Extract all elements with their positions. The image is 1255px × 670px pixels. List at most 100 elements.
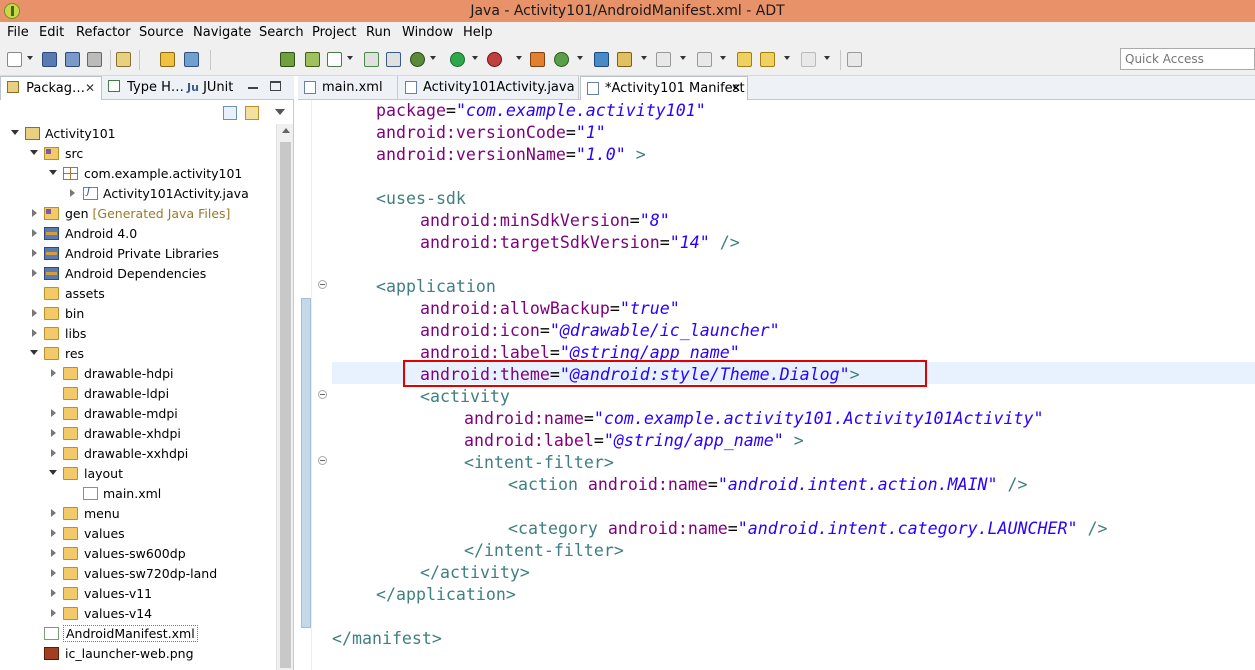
tree-item[interactable]: values-v11 <box>0 584 276 604</box>
open-type-icon[interactable] <box>116 52 131 67</box>
expand-toggle-icon[interactable] <box>30 328 40 338</box>
tree-item[interactable]: values-v14 <box>0 604 276 624</box>
new-java-package-icon[interactable] <box>530 52 545 67</box>
menu-run[interactable]: Run <box>366 25 391 40</box>
expand-toggle-icon[interactable] <box>49 448 59 458</box>
tree-item[interactable]: drawable-ldpi <box>0 384 276 404</box>
tree-item[interactable]: main.xml <box>0 484 276 504</box>
tree-item[interactable]: libs <box>0 324 276 344</box>
terminal-icon[interactable] <box>184 52 199 67</box>
fold-collapse-icon[interactable] <box>318 456 327 465</box>
chevron-down-icon[interactable] <box>680 56 686 60</box>
expand-toggle-icon[interactable] <box>30 248 40 258</box>
chevron-down-icon[interactable] <box>472 56 478 60</box>
tree-item[interactable]: gen [Generated Java Files] <box>0 204 276 224</box>
tree-item[interactable]: Android Private Libraries <box>0 244 276 264</box>
tree-item-selected[interactable]: AndroidManifest.xml <box>0 624 276 644</box>
editor-tab-manifest[interactable]: *Activity101 Manifest ✕ <box>580 76 748 100</box>
external-tools-icon[interactable] <box>487 52 502 67</box>
new-icon[interactable] <box>7 52 22 67</box>
expand-toggle-icon[interactable] <box>30 148 40 158</box>
previous-annotation-icon[interactable] <box>697 52 712 67</box>
explorer-scrollbar[interactable] <box>276 124 293 670</box>
tab-junit[interactable]: Ju JUnit <box>183 76 243 100</box>
menu-window[interactable]: Window <box>402 25 453 40</box>
back-arrow-icon[interactable] <box>760 52 775 67</box>
tree-item[interactable]: values-sw720dp-land <box>0 564 276 584</box>
expand-toggle-icon[interactable] <box>30 308 40 318</box>
chevron-down-icon[interactable] <box>641 56 647 60</box>
menu-project[interactable]: Project <box>312 25 356 40</box>
chevron-down-icon[interactable] <box>577 56 583 60</box>
maximize-icon[interactable] <box>270 81 281 91</box>
expand-toggle-icon[interactable] <box>30 208 40 218</box>
tab-package-explorer[interactable]: Packag… ✕ <box>0 76 102 100</box>
tree-item[interactable]: com.example.activity101 <box>0 164 276 184</box>
menu-edit[interactable]: Edit <box>39 25 64 40</box>
tree-item[interactable]: menu <box>0 504 276 524</box>
save-icon[interactable] <box>42 52 57 67</box>
android-sdk-manager-icon[interactable] <box>280 52 295 67</box>
expand-toggle-icon[interactable] <box>49 508 59 518</box>
expand-toggle-icon[interactable] <box>49 408 59 418</box>
last-edit-location-icon[interactable] <box>737 52 752 67</box>
expand-toggle-icon[interactable] <box>49 588 59 598</box>
tree-item[interactable]: layout <box>0 464 276 484</box>
expand-toggle-icon[interactable] <box>49 568 59 578</box>
save-all-icon[interactable] <box>65 52 80 67</box>
expand-toggle-icon[interactable] <box>49 168 59 178</box>
link-with-editor-icon[interactable] <box>245 106 259 120</box>
menu-navigate[interactable]: Navigate <box>193 25 251 40</box>
debug-icon[interactable] <box>410 52 425 67</box>
tree-item[interactable]: values <box>0 524 276 544</box>
chevron-down-icon[interactable] <box>27 56 33 60</box>
run-icon[interactable] <box>450 52 465 67</box>
chevron-down-icon[interactable] <box>430 56 436 60</box>
build-icon[interactable] <box>160 52 175 67</box>
tree-item[interactable]: res <box>0 344 276 364</box>
expand-toggle-icon[interactable] <box>68 188 78 198</box>
tree-item[interactable]: src <box>0 144 276 164</box>
menu-refactor[interactable]: Refactor <box>76 25 131 40</box>
expand-toggle-icon[interactable] <box>30 268 40 278</box>
lint-check-icon[interactable] <box>327 52 342 67</box>
expand-toggle-icon[interactable] <box>11 128 21 138</box>
new-java-class-icon[interactable] <box>554 52 569 67</box>
close-icon[interactable]: ✕ <box>731 81 741 95</box>
expand-toggle-icon[interactable] <box>49 468 59 478</box>
search-icon[interactable] <box>617 52 632 67</box>
print-icon[interactable] <box>87 52 102 67</box>
scrollbar-thumb[interactable] <box>280 142 291 668</box>
view-menu-chevron-down-icon[interactable] <box>275 109 285 115</box>
expand-toggle-icon[interactable] <box>30 348 40 358</box>
menu-help[interactable]: Help <box>463 25 493 40</box>
expand-toggle-icon[interactable] <box>30 228 40 238</box>
expand-toggle-icon[interactable] <box>49 548 59 558</box>
skip-breakpoints-icon[interactable] <box>386 52 401 67</box>
collapse-all-icon[interactable] <box>223 106 237 120</box>
tree-item[interactable]: ic_launcher-web.png <box>0 644 276 664</box>
close-icon[interactable]: ✕ <box>85 81 95 95</box>
quick-access-input[interactable] <box>1120 48 1255 70</box>
fold-collapse-icon[interactable] <box>318 390 327 399</box>
editor-tab-main-xml[interactable]: main.xml <box>298 76 398 100</box>
tree-item[interactable]: drawable-xxhdpi <box>0 444 276 464</box>
expand-toggle-icon[interactable] <box>49 368 59 378</box>
chevron-down-icon[interactable] <box>347 56 353 60</box>
tree-item[interactable]: drawable-xhdpi <box>0 424 276 444</box>
expand-toggle-icon[interactable] <box>49 528 59 538</box>
chevron-down-icon[interactable] <box>784 56 790 60</box>
expand-toggle-icon[interactable] <box>49 608 59 618</box>
new-android-project-icon[interactable] <box>364 52 379 67</box>
tree-item[interactable]: drawable-hdpi <box>0 364 276 384</box>
expand-toggle-icon[interactable] <box>49 428 59 438</box>
open-task-icon[interactable] <box>594 52 609 67</box>
menu-file[interactable]: File <box>7 25 29 40</box>
tree-item[interactable]: drawable-mdpi <box>0 404 276 424</box>
forward-arrow-icon[interactable] <box>801 52 816 67</box>
editor-tab-activity-java[interactable]: Activity101Activity.java <box>399 76 579 100</box>
fold-collapse-icon[interactable] <box>318 280 327 289</box>
minimize-icon[interactable] <box>248 87 258 89</box>
tree-item[interactable]: Android Dependencies <box>0 264 276 284</box>
scroll-up-icon[interactable] <box>282 128 290 133</box>
